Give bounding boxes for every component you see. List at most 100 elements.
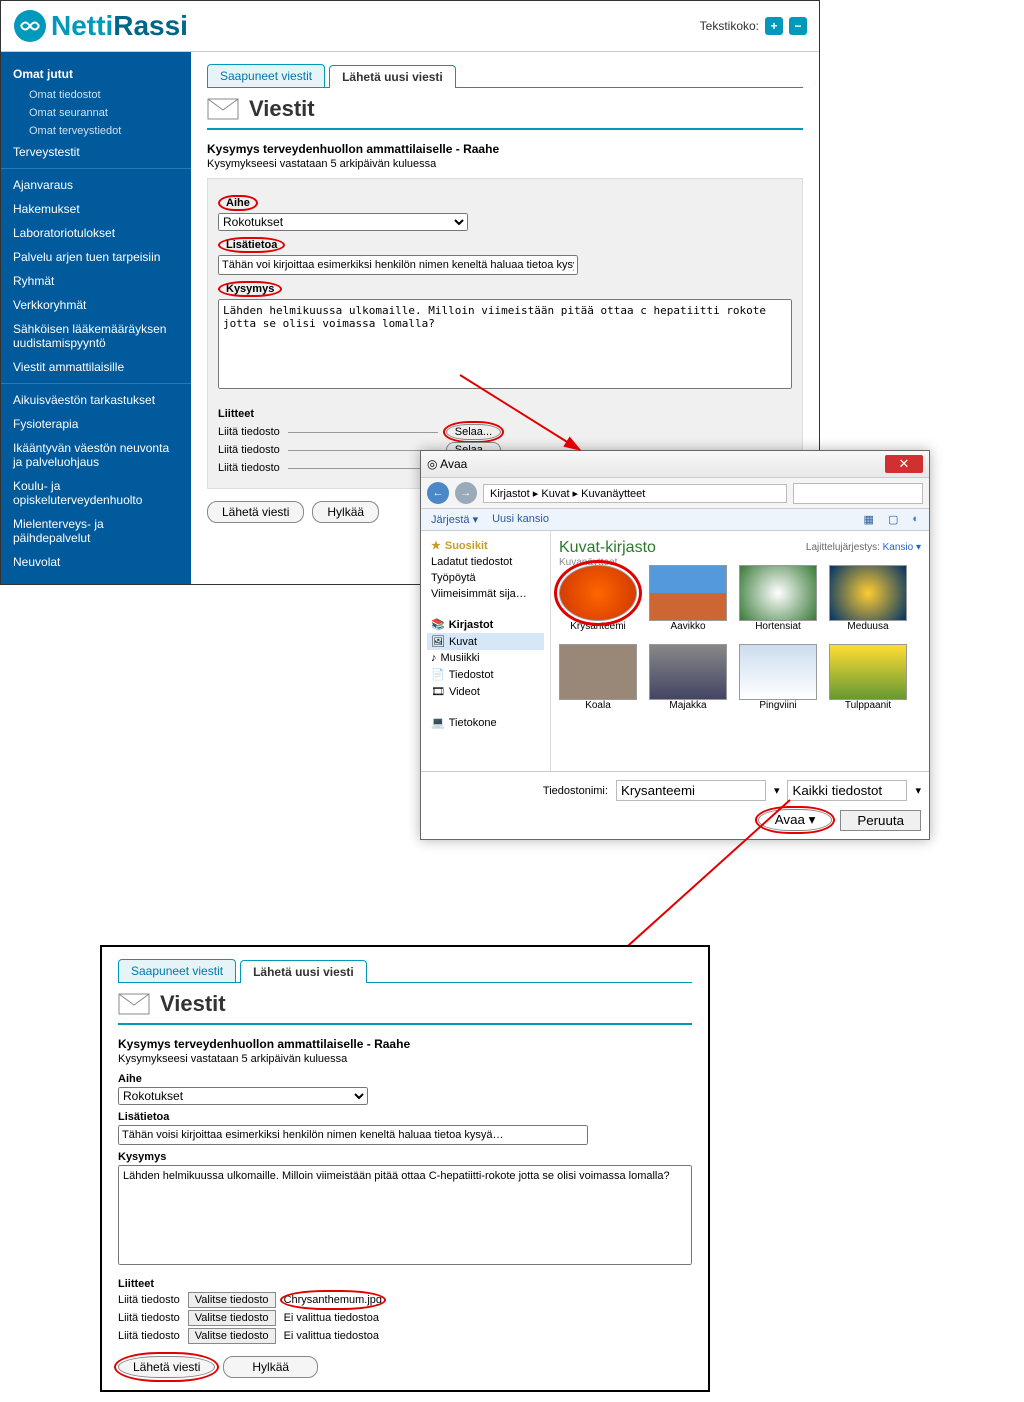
sidebar-a-0[interactable]: Ajanvaraus (1, 173, 191, 197)
tab-inbox[interactable]: Saapuneet viestit (207, 64, 325, 87)
thumb-koala[interactable]: Koala (559, 644, 637, 711)
side-favorites: ★ Suosikit (427, 537, 544, 554)
tab-compose-b[interactable]: Lähetä uusi viesti (240, 960, 367, 983)
chevron-down-icon: ▾ (809, 812, 816, 827)
sidebar-sub-0[interactable]: Omat tiedostot (1, 86, 191, 104)
attachments-label: Liitteet (218, 408, 254, 420)
thumb-meduusa[interactable]: Meduusa (829, 565, 907, 632)
attach-label-3: Liitä tiedosto (218, 462, 280, 474)
sidebar-sub-2[interactable]: Omat terveystiedot (1, 122, 191, 140)
close-icon[interactable]: ✕ (885, 455, 923, 473)
sidebar-b-4[interactable]: Mielenterveys- ja päihdepalvelut (1, 512, 191, 550)
page-title-b: Viestit (160, 991, 226, 1017)
sidebar-omat-jutut[interactable]: Omat jutut (1, 62, 191, 86)
sort-link[interactable]: Kansio ▾ (883, 542, 921, 553)
sidebar-terveystestit[interactable]: Terveystestit (1, 140, 191, 164)
page-title-row: Viestit (207, 96, 803, 130)
dialog-cancel-button[interactable]: Peruuta (840, 810, 921, 831)
side-computer[interactable]: 💻 Tietokone (427, 714, 544, 731)
sidebar-sub-1[interactable]: Omat seurannat (1, 104, 191, 122)
tab-row: Saapuneet viestit Lähetä uusi viesti (207, 64, 803, 88)
thumb-hortensiat[interactable]: Hortensiat (739, 565, 817, 632)
dropdown-icon[interactable]: ▾ (774, 784, 780, 797)
sidebar-a-1[interactable]: Hakemukset (1, 197, 191, 221)
envelope-icon-b (118, 993, 150, 1015)
no-file-b3: Ei valittua tiedostoa (284, 1330, 379, 1342)
dropdown-icon-2[interactable]: ▾ (915, 784, 921, 797)
side-lib-3[interactable]: 🎞 Videot (427, 683, 544, 700)
preview-icon[interactable]: ▢ (888, 513, 898, 526)
question-label-b: Kysymys (118, 1151, 692, 1163)
subject-label-b: Aihe (118, 1073, 692, 1085)
side-fav-0[interactable]: Ladatut tiedostot (427, 554, 544, 570)
side-fav-1[interactable]: Työpöytä (427, 570, 544, 586)
form-heading: Kysymys terveydenhuollon ammattilaiselle… (207, 142, 803, 156)
question-textarea-b[interactable]: Lähden helmikuussa ulkomaille. Milloin v… (118, 1165, 692, 1265)
search-input[interactable] (793, 483, 923, 504)
help-icon[interactable]: ◐ (912, 513, 919, 526)
extra-input-b[interactable] (118, 1125, 588, 1145)
sidebar-b-0[interactable]: Aikuisväestön tarkastukset (1, 388, 191, 412)
subject-select[interactable]: Rokotukset (218, 213, 468, 231)
logo-text-2: Rassi (113, 10, 188, 42)
choose-file-b2[interactable]: Valitse tiedosto (188, 1310, 276, 1326)
filetype-select[interactable] (787, 780, 907, 801)
tab-compose[interactable]: Lähetä uusi viesti (329, 65, 456, 88)
form-area: Aihe Rokotukset Lisätietoa Kysymys Lähde… (207, 178, 803, 489)
extra-label: Lisätietoa (218, 237, 285, 253)
cancel-button-b[interactable]: Hylkää (223, 1356, 318, 1378)
question-textarea[interactable]: Lähden helmikuussa ulkomaille. Milloin v… (218, 299, 792, 389)
bottom-panel: Saapuneet viestit Lähetä uusi viesti Vie… (100, 945, 710, 1392)
choose-file-b3[interactable]: Valitse tiedosto (188, 1328, 276, 1344)
cancel-button[interactable]: Hylkää (312, 501, 379, 523)
view-icon[interactable]: ▦ (864, 513, 874, 526)
tab-inbox-b[interactable]: Saapuneet viestit (118, 959, 236, 982)
thumb-majakka[interactable]: Majakka (649, 644, 727, 711)
form-note-b: Kysymykseesi vastataan 5 arkipäivän kulu… (118, 1053, 692, 1065)
subject-select-b[interactable]: Rokotukset (118, 1087, 368, 1105)
thumb-aavikko[interactable]: Aavikko (649, 565, 727, 632)
question-label: Kysymys (218, 281, 282, 297)
side-lib-0[interactable]: 🖼 Kuvat (427, 633, 544, 650)
sidebar-b-1[interactable]: Fysioterapia (1, 412, 191, 436)
app-logo: NettiRassi (13, 9, 188, 43)
side-fav-2[interactable]: Viimeisimmät sija… (427, 586, 544, 602)
thumb-pingviini[interactable]: Pingviini (739, 644, 817, 711)
envelope-icon (207, 98, 239, 120)
attach-label-2: Liitä tiedosto (218, 444, 280, 456)
browse-button-1[interactable]: Selaa... (446, 424, 501, 440)
side-lib-2[interactable]: 📄 Tiedostot (427, 666, 544, 683)
nav-forward-icon[interactable]: → (455, 482, 477, 504)
thumb-krysanteemi[interactable]: Krysanteemi (559, 565, 637, 632)
sidebar-b-5[interactable]: Neuvolat (1, 550, 191, 574)
text-size-minus[interactable]: − (789, 17, 807, 35)
nav-back-icon[interactable]: ← (427, 482, 449, 504)
sidebar-b-2[interactable]: Ikääntyvän väestön neuvonta ja palveluoh… (1, 436, 191, 474)
sidebar-b-3[interactable]: Koulu- ja opiskeluterveydenhuolto (1, 474, 191, 512)
attachments-label-b: Liitteet (118, 1278, 692, 1290)
open-button[interactable]: Avaa ▾ (758, 809, 833, 831)
sidebar-a-5[interactable]: Verkkoryhmät (1, 293, 191, 317)
attach-label-b1: Liitä tiedosto (118, 1294, 180, 1306)
form-note: Kysymykseesi vastataan 5 arkipäivän kulu… (207, 158, 803, 170)
choose-file-b1[interactable]: Valitse tiedosto (188, 1292, 276, 1308)
send-button-b[interactable]: Lähetä viesti (118, 1356, 215, 1378)
extra-input[interactable] (218, 255, 578, 275)
side-lib-1[interactable]: ♪ Musiikki (427, 650, 544, 666)
send-button[interactable]: Lähetä viesti (207, 501, 304, 523)
sidebar-a-7[interactable]: Viestit ammattilaisille (1, 355, 191, 379)
form-heading-b: Kysymys terveydenhuollon ammattilaiselle… (118, 1037, 692, 1051)
sidebar-a-6[interactable]: Sähköisen lääkemääräyksen uudistamispyyn… (1, 317, 191, 355)
breadcrumb[interactable]: Kirjastot ▸ Kuvat ▸ Kuvanäytteet (483, 484, 787, 503)
sidebar-a-2[interactable]: Laboratoriotulokset (1, 221, 191, 245)
filename-input[interactable] (616, 780, 766, 801)
text-size-plus[interactable]: + (765, 17, 783, 35)
thumb-tulppaanit[interactable]: Tulppaanit (829, 644, 907, 711)
dialog-sidebar: ★ Suosikit Ladatut tiedostot Työpöytä Vi… (421, 531, 551, 771)
sidebar-a-4[interactable]: Ryhmät (1, 269, 191, 293)
organize-menu[interactable]: Järjestä ▾ (431, 513, 478, 526)
sidebar-a-3[interactable]: Palvelu arjen tuen tarpeisiin (1, 245, 191, 269)
text-size-controls: Tekstikoko: + − (700, 17, 807, 35)
logo-text-1: Netti (51, 10, 113, 42)
new-folder-button[interactable]: Uusi kansio (492, 513, 549, 526)
